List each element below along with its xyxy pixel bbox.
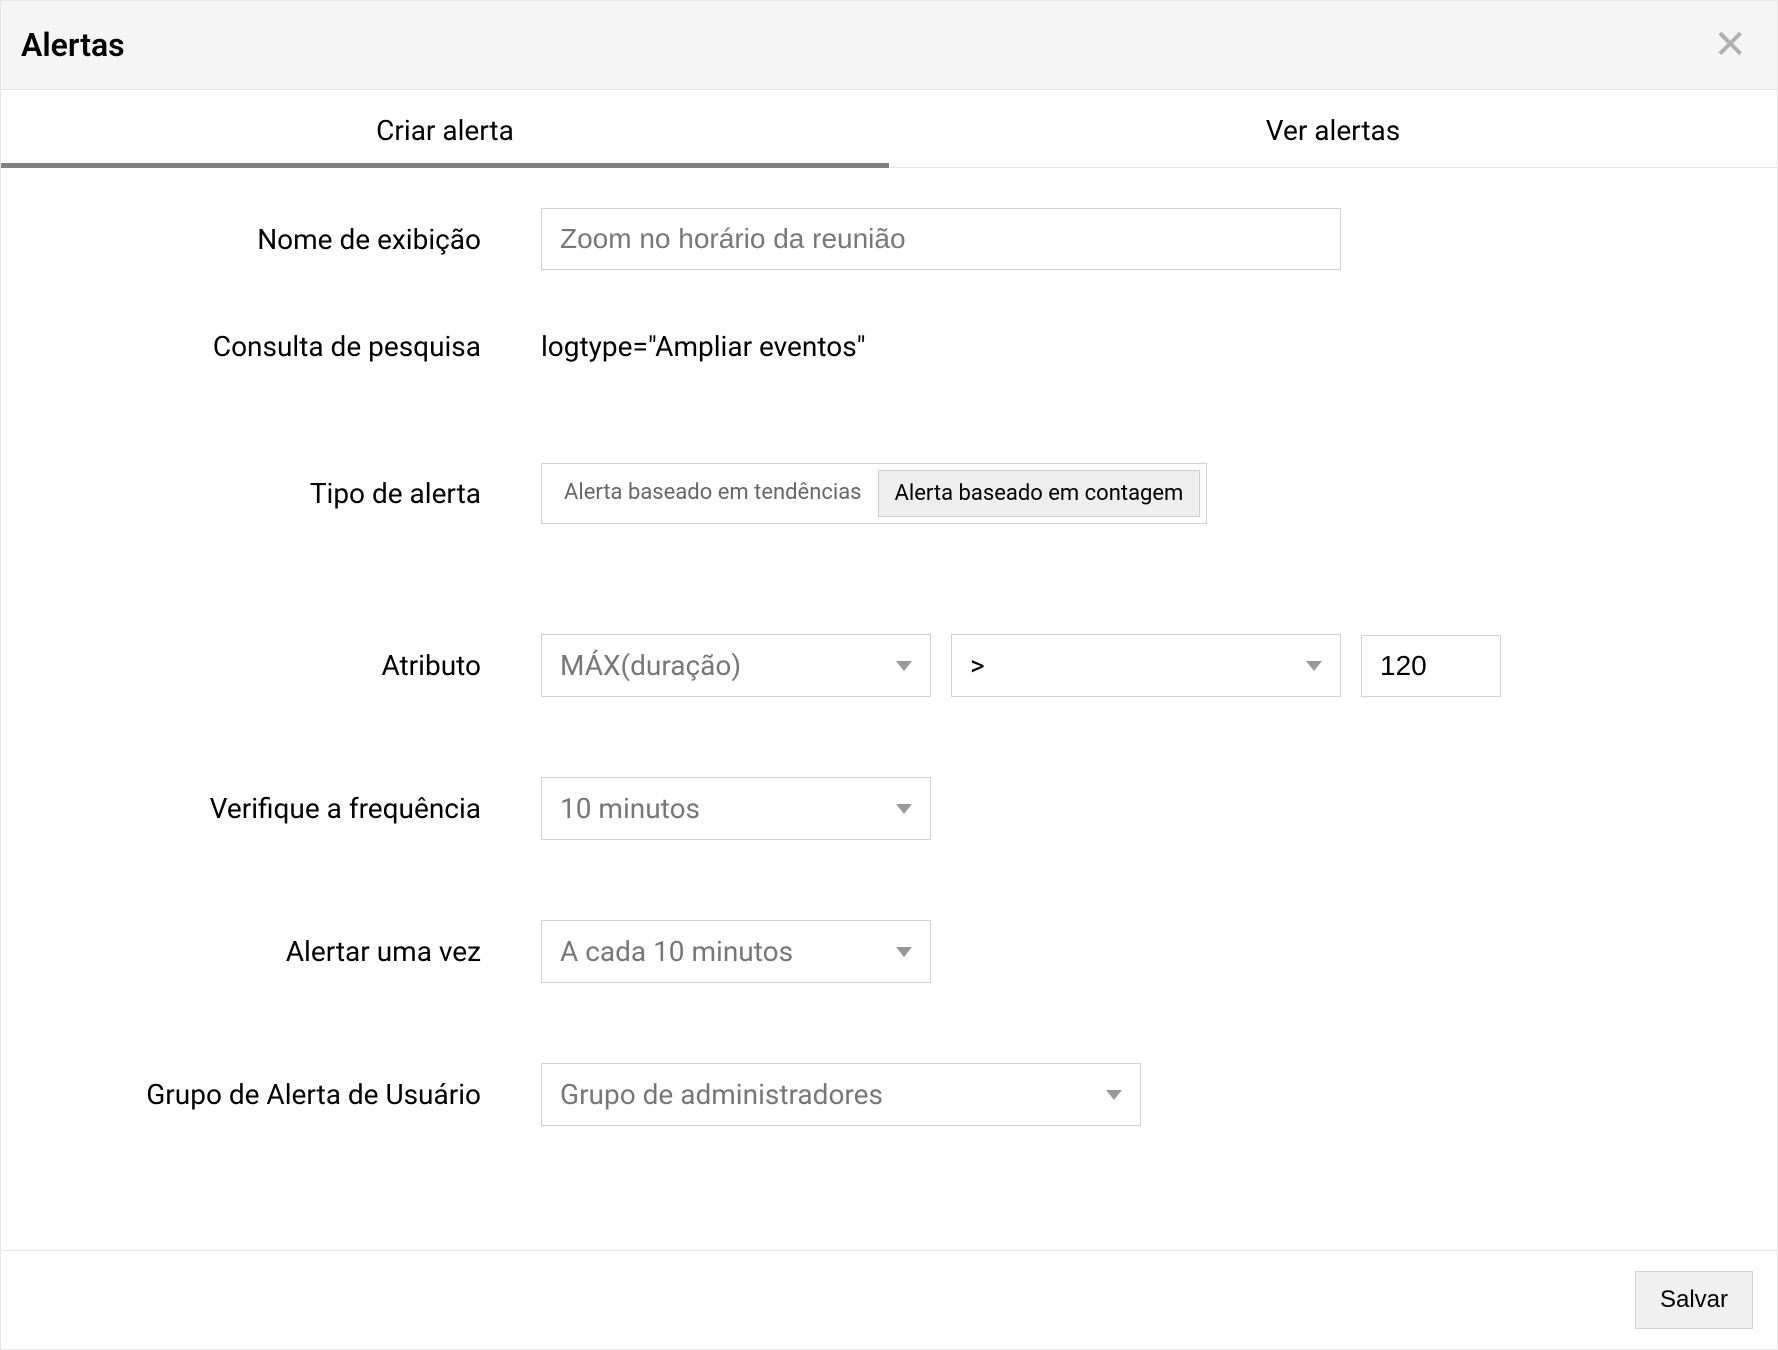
tabs: Criar alerta Ver alertas bbox=[1, 90, 1777, 168]
attribute-operator-value: > bbox=[970, 649, 985, 682]
save-button[interactable]: Salvar bbox=[1635, 1271, 1753, 1329]
row-alert-type: Tipo de alerta Alerta baseado em tendênc… bbox=[41, 463, 1737, 524]
modal-footer: Salvar bbox=[1, 1250, 1777, 1349]
row-check-frequency: Verifique a frequência 10 minutos bbox=[41, 777, 1737, 840]
alerts-modal: Alertas ✕ Criar alerta Ver alertas Nome … bbox=[0, 0, 1778, 1350]
attribute-value-input[interactable] bbox=[1361, 635, 1501, 697]
label-user-group: Grupo de Alerta de Usuário bbox=[41, 1078, 541, 1111]
alert-type-trend-option[interactable]: Alerta baseado em tendências bbox=[548, 470, 878, 517]
alert-once-value: A cada 10 minutos bbox=[560, 935, 793, 968]
tab-view-alerts[interactable]: Ver alertas bbox=[889, 90, 1777, 167]
modal-header: Alertas ✕ bbox=[1, 1, 1777, 90]
row-user-group: Grupo de Alerta de Usuário Grupo de admi… bbox=[41, 1063, 1737, 1126]
alert-once-select[interactable]: A cada 10 minutos bbox=[541, 920, 931, 983]
label-alert-once: Alertar uma vez bbox=[41, 935, 541, 968]
chevron-down-icon bbox=[896, 661, 912, 671]
user-group-select[interactable]: Grupo de administradores bbox=[541, 1063, 1141, 1126]
label-search-query: Consulta de pesquisa bbox=[41, 330, 541, 363]
chevron-down-icon bbox=[1106, 1090, 1122, 1100]
label-display-name: Nome de exibição bbox=[41, 223, 541, 256]
label-check-frequency: Verifique a frequência bbox=[41, 792, 541, 825]
check-frequency-select[interactable]: 10 minutos bbox=[541, 777, 931, 840]
modal-title: Alertas bbox=[21, 26, 125, 64]
chevron-down-icon bbox=[1306, 661, 1322, 671]
attribute-function-select[interactable]: MÁX(duração) bbox=[541, 634, 931, 697]
user-group-value: Grupo de administradores bbox=[560, 1078, 883, 1111]
label-alert-type: Tipo de alerta bbox=[41, 477, 541, 510]
row-attribute: Atributo MÁX(duração) > bbox=[41, 634, 1737, 697]
row-search-query: Consulta de pesquisa logtype="Ampliar ev… bbox=[41, 330, 1737, 363]
label-attribute: Atributo bbox=[41, 649, 541, 682]
search-query-value: logtype="Ampliar eventos" bbox=[541, 330, 866, 363]
tab-create-alert[interactable]: Criar alerta bbox=[1, 90, 889, 167]
chevron-down-icon bbox=[896, 804, 912, 814]
alert-type-toggle: Alerta baseado em tendências Alerta base… bbox=[541, 463, 1207, 524]
display-name-input[interactable] bbox=[541, 208, 1341, 270]
attribute-operator-select[interactable]: > bbox=[951, 634, 1341, 697]
chevron-down-icon bbox=[896, 947, 912, 957]
row-alert-once: Alertar uma vez A cada 10 minutos bbox=[41, 920, 1737, 983]
form-area: Nome de exibição Consulta de pesquisa lo… bbox=[1, 168, 1777, 1250]
close-icon[interactable]: ✕ bbox=[1703, 25, 1757, 65]
attribute-function-value: MÁX(duração) bbox=[560, 649, 741, 682]
row-display-name: Nome de exibição bbox=[41, 208, 1737, 270]
alert-type-count-option[interactable]: Alerta baseado em contagem bbox=[878, 470, 1201, 517]
check-frequency-value: 10 minutos bbox=[560, 792, 700, 825]
